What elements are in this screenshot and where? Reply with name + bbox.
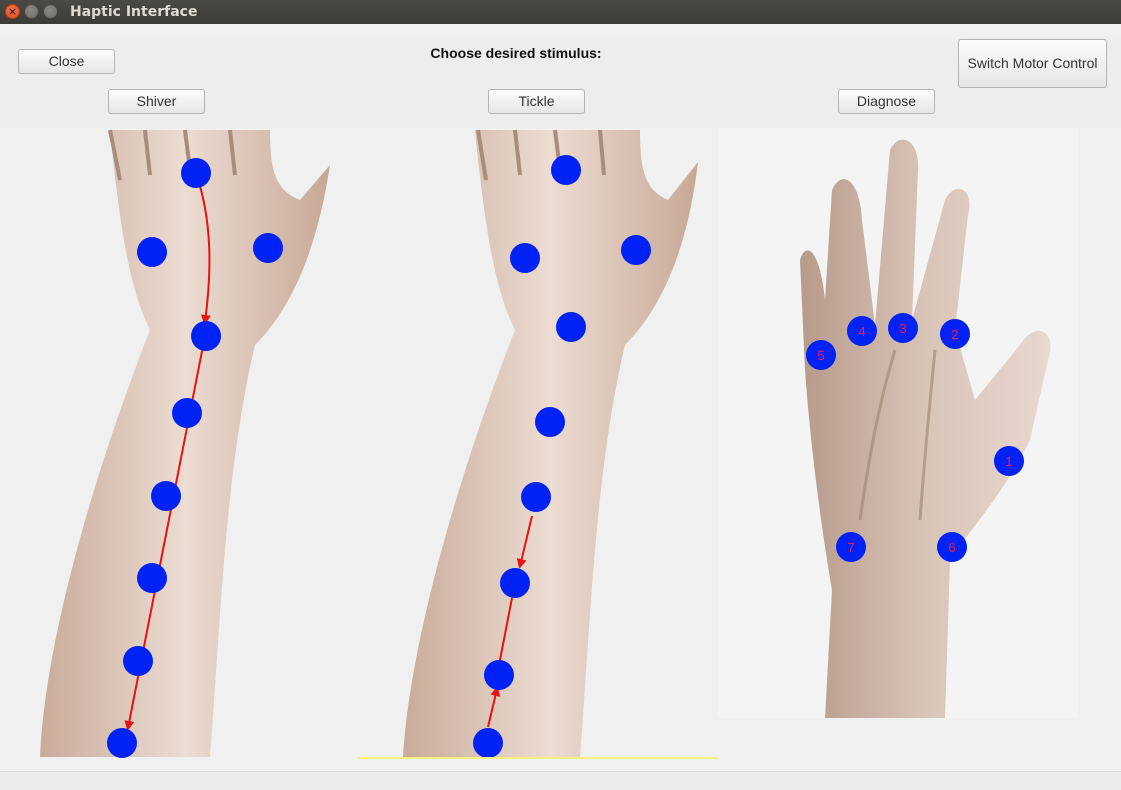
tickle-arm-panel[interactable] bbox=[357, 128, 718, 759]
diagnose-point-label: 1 bbox=[1005, 454, 1012, 469]
tickle-point[interactable] bbox=[551, 155, 581, 185]
shiver-point[interactable] bbox=[181, 158, 211, 188]
shiver-point[interactable] bbox=[123, 646, 153, 676]
status-bar bbox=[0, 771, 1121, 790]
diagnose-button[interactable]: Diagnose bbox=[838, 89, 935, 114]
window-titlebar: × Haptic Interface bbox=[0, 0, 1121, 24]
window-close-button[interactable]: × bbox=[5, 4, 20, 19]
switch-motor-control-button[interactable]: Switch Motor Control bbox=[958, 39, 1107, 88]
diagnose-point-label: 4 bbox=[858, 324, 865, 339]
tickle-point[interactable] bbox=[510, 243, 540, 273]
diagnose-hand-panel[interactable]: 1 2 3 4 5 6 7 bbox=[718, 128, 1078, 718]
tickle-point[interactable] bbox=[521, 482, 551, 512]
tickle-arm-image bbox=[403, 130, 698, 757]
tickle-point[interactable] bbox=[621, 235, 651, 265]
close-button[interactable]: Close bbox=[18, 49, 115, 74]
tickle-point[interactable] bbox=[556, 312, 586, 342]
diagnose-point-label: 6 bbox=[948, 540, 955, 555]
divider-line bbox=[357, 757, 718, 759]
tickle-point[interactable] bbox=[484, 660, 514, 690]
shiver-arm-panel[interactable] bbox=[0, 128, 357, 759]
stimulus-heading: Choose desired stimulus: bbox=[430, 45, 602, 61]
diagnose-point-label: 7 bbox=[847, 540, 854, 555]
shiver-point[interactable] bbox=[137, 563, 167, 593]
window-minimize-button[interactable] bbox=[24, 4, 39, 19]
diagnose-point-label: 2 bbox=[951, 327, 958, 342]
diagnose-point-label: 3 bbox=[899, 321, 906, 336]
tickle-button[interactable]: Tickle bbox=[488, 89, 585, 114]
shiver-arm-image bbox=[40, 130, 330, 757]
tickle-point[interactable] bbox=[500, 568, 530, 598]
shiver-point[interactable] bbox=[253, 233, 283, 263]
window-maximize-button[interactable] bbox=[43, 4, 58, 19]
shiver-button[interactable]: Shiver bbox=[108, 89, 205, 114]
window-title: Haptic Interface bbox=[70, 4, 198, 20]
shiver-point[interactable] bbox=[107, 728, 137, 758]
tickle-point[interactable] bbox=[473, 728, 503, 758]
shiver-point[interactable] bbox=[137, 237, 167, 267]
diagnose-point-label: 5 bbox=[817, 348, 824, 363]
shiver-point[interactable] bbox=[151, 481, 181, 511]
shiver-point[interactable] bbox=[191, 321, 221, 351]
shiver-point[interactable] bbox=[172, 398, 202, 428]
tickle-point[interactable] bbox=[535, 407, 565, 437]
